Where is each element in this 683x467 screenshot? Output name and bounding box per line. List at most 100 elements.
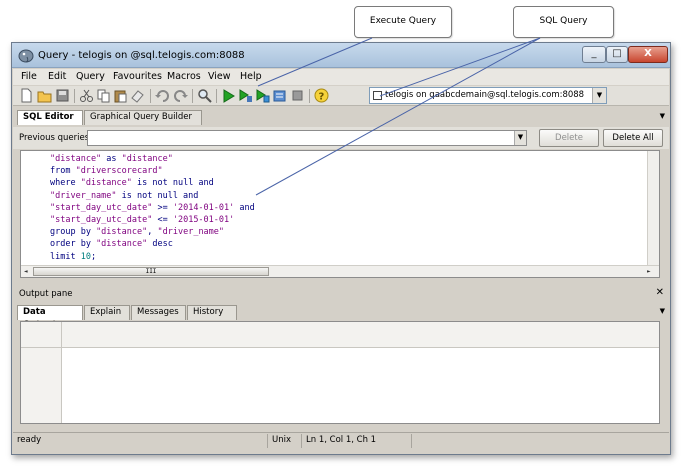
code-token: and	[234, 202, 255, 213]
code-token: desc	[147, 239, 173, 250]
clear-icon[interactable]	[130, 88, 145, 103]
tab-history[interactable]: History	[187, 305, 237, 320]
cut-icon[interactable]	[79, 88, 94, 103]
code-token: group by	[50, 227, 97, 238]
status-extra	[411, 434, 669, 448]
code-line: group by "distance", "driver_name"	[50, 227, 224, 237]
code-token: "distance"	[80, 178, 132, 189]
paste-icon[interactable]	[113, 88, 128, 103]
open-icon[interactable]	[37, 88, 52, 103]
save-icon[interactable]	[55, 88, 70, 103]
sql-query-callout: SQL Query	[513, 6, 614, 38]
new-icon[interactable]	[19, 88, 34, 103]
data-output-grid[interactable]	[20, 321, 660, 424]
close-icon[interactable]: ✕	[656, 287, 664, 298]
status-line-ending: Unix	[267, 434, 301, 448]
grid-column-header	[62, 322, 659, 348]
code-token: "distance"	[96, 239, 148, 250]
chevron-down-icon[interactable]: ▼	[514, 131, 526, 145]
pane-menu-arrow-icon[interactable]: ▼	[660, 307, 665, 315]
code-line: "start_day_utc_date" <= '2015-01-01'	[50, 215, 234, 225]
menu-file[interactable]: File	[21, 71, 37, 82]
code-token: ,	[147, 227, 158, 238]
output-pane-header: Output pane ✕	[13, 287, 669, 301]
menu-view[interactable]: View	[208, 71, 231, 82]
tab-sql-editor[interactable]: SQL Editor	[17, 110, 83, 125]
toolbar-separator	[192, 89, 193, 103]
code-token: "start_day_utc_date"	[50, 215, 153, 225]
code-token: "driverscorecard"	[75, 166, 163, 177]
execute-icon[interactable]	[221, 88, 236, 103]
code-token: "distance"	[121, 154, 173, 164]
previous-queries-label: Previous queries	[19, 133, 90, 143]
code-line: "start_day_utc_date" >= '2014-01-01' and	[50, 203, 255, 213]
code-line: limit 10;	[50, 252, 96, 262]
find-icon[interactable]	[197, 88, 212, 103]
connection-combo[interactable]: telogis on qaabcdemain@sql.telogis.com:8…	[369, 87, 607, 104]
code-line: where "distance" is not null and	[50, 178, 214, 188]
code-token: '2015-01-01'	[172, 215, 235, 225]
menu-query[interactable]: Query	[76, 71, 105, 82]
tab-graphical-query-builder[interactable]: Graphical Query Builder	[84, 110, 202, 125]
code-token: is not null and	[116, 190, 199, 201]
connection-checkbox[interactable]	[373, 91, 382, 100]
help-icon[interactable]: ?	[314, 88, 329, 103]
scroll-right-icon[interactable]: ►	[647, 268, 651, 275]
code-token: "distance"	[50, 154, 102, 164]
status-bar: ready Unix Ln 1, Col 1, Ch 1	[13, 432, 669, 448]
query-window: Query - telogis on @sql.telogis.com:8088…	[11, 42, 671, 455]
code-line: from "driverscorecard"	[50, 166, 163, 176]
cancel-icon[interactable]	[290, 88, 305, 103]
tab-data-output[interactable]: Data Output	[17, 305, 83, 330]
grid-row-header	[21, 348, 62, 423]
close-button[interactable]: X	[628, 46, 668, 63]
delete-all-button[interactable]: Delete All	[603, 129, 663, 147]
status-state: ready	[17, 435, 42, 445]
code-token: >=	[152, 202, 173, 213]
execute-pgscript-icon[interactable]	[238, 88, 253, 103]
vertical-scrollbar[interactable]	[647, 151, 659, 266]
code-line: "driver_name" is not null and	[50, 191, 198, 201]
copy-icon[interactable]	[96, 88, 111, 103]
grid-corner-header[interactable]	[21, 322, 62, 348]
execute-to-file-icon[interactable]	[255, 88, 270, 103]
undo-icon[interactable]	[155, 88, 170, 103]
connection-text: telogis on qaabcdemain@sql.telogis.com:8…	[385, 90, 585, 100]
code-token: "start_day_utc_date"	[50, 202, 153, 213]
maximize-button[interactable]: □	[606, 46, 628, 63]
sql-query-callout-text: SQL Query	[539, 16, 588, 26]
toolbar-separator	[150, 89, 151, 103]
code-token: where	[50, 178, 81, 189]
menu-edit[interactable]: Edit	[48, 71, 66, 82]
previous-queries-bar: Previous queries ▼ Delete Delete All	[13, 127, 669, 149]
svg-text:?: ?	[319, 92, 325, 103]
horizontal-scrollbar[interactable]: ◄ III ►	[21, 265, 659, 277]
menu-macros[interactable]: Macros	[167, 71, 201, 82]
elephant-app-icon	[18, 49, 34, 63]
redo-icon[interactable]	[173, 88, 188, 103]
code-token: ;	[90, 251, 97, 262]
code-token: limit	[50, 251, 81, 262]
delete-button[interactable]: Delete	[539, 129, 599, 147]
previous-queries-select[interactable]: ▼	[87, 130, 527, 146]
title-bar[interactable]: Query - telogis on @sql.telogis.com:8088…	[12, 43, 670, 68]
scroll-left-icon[interactable]: ◄	[24, 268, 28, 275]
chevron-down-icon[interactable]: ▼	[592, 88, 606, 103]
sql-editor[interactable]: "distance" as "distance" from "driverscor…	[20, 150, 660, 278]
execute-query-callout-text: Execute Query	[369, 16, 437, 26]
tab-explain[interactable]: Explain	[84, 305, 130, 320]
explain-icon[interactable]	[272, 88, 287, 103]
code-token: order by	[50, 239, 97, 250]
minimize-button[interactable]: _	[582, 46, 606, 63]
scrollbar-thumb[interactable]: III	[33, 267, 269, 276]
toolbar-separator	[309, 89, 310, 103]
status-cursor-position: Ln 1, Col 1, Ch 1	[301, 434, 411, 448]
code-token: 10	[80, 251, 91, 262]
code-token: "driver_name"	[50, 190, 117, 201]
code-token: <=	[152, 215, 173, 225]
menu-favourites[interactable]: Favourites	[113, 71, 162, 82]
code-token: "driver_name"	[157, 227, 225, 238]
tab-messages[interactable]: Messages	[131, 305, 186, 320]
pane-menu-arrow-icon[interactable]: ▼	[660, 112, 665, 120]
menu-help[interactable]: Help	[240, 71, 262, 82]
